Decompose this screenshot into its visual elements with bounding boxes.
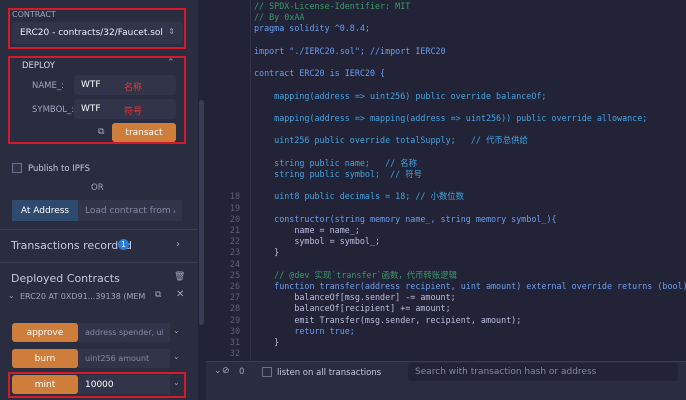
approve-input-placeholder: address spender, uint2 bbox=[85, 328, 163, 337]
trash-icon[interactable]: 🗑 bbox=[174, 272, 185, 282]
terminal-search-input[interactable]: Search with transaction hash or address bbox=[408, 363, 678, 381]
mint-input-value: 10000 bbox=[85, 379, 114, 390]
chevron-down-icon[interactable]: ⌄ bbox=[8, 291, 15, 300]
close-icon[interactable]: ✕ bbox=[176, 289, 184, 300]
symbol-annotation: 符号 bbox=[124, 107, 143, 117]
listen-label: listen on all transactions bbox=[277, 368, 382, 378]
chevron-down-icon[interactable]: ⌄ bbox=[173, 378, 180, 387]
clear-icon[interactable]: ⊘ bbox=[222, 366, 230, 376]
copy-icon[interactable]: ⧉ bbox=[98, 127, 104, 137]
transact-button[interactable]: transact bbox=[112, 123, 176, 142]
gutter-divider bbox=[250, 0, 251, 361]
chevron-up-icon[interactable]: ⌃ bbox=[167, 58, 175, 68]
burn-button[interactable]: burn bbox=[12, 349, 78, 368]
terminal-bar: ⌄ ⊘ 0 listen on all transactions Search … bbox=[206, 361, 686, 400]
panel-scrollbar[interactable] bbox=[199, 100, 204, 325]
chevron-updown-icon: ⇕ bbox=[168, 27, 175, 36]
code-line[interactable]: 32 bbox=[206, 345, 686, 361]
approve-button[interactable]: approve bbox=[12, 323, 78, 342]
deployed-contracts-title: Deployed Contracts bbox=[11, 272, 120, 285]
pending-count: 0 bbox=[239, 367, 245, 377]
mint-button[interactable]: mint bbox=[12, 375, 78, 394]
deploy-title: DEPLOY bbox=[22, 61, 55, 71]
contract-select[interactable]: ERC20 - contracts/32/Faucet.sol ⇕ bbox=[12, 22, 183, 44]
chevron-down-icon[interactable]: ⌄ bbox=[173, 326, 180, 335]
symbol-field-label: SYMBOL_: bbox=[32, 105, 75, 115]
load-address-input[interactable]: Load contract from Address bbox=[78, 200, 182, 221]
checkbox-icon[interactable] bbox=[262, 367, 272, 377]
chevron-right-icon[interactable]: › bbox=[176, 239, 180, 250]
at-address-button[interactable]: At Address bbox=[12, 200, 78, 221]
copy-icon[interactable]: ⧉ bbox=[155, 290, 161, 300]
divider bbox=[0, 262, 198, 263]
publish-ipfs-label: Publish to IPFS bbox=[28, 164, 91, 174]
deploy-run-panel: CONTRACT ERC20 - contracts/32/Faucet.sol… bbox=[0, 0, 198, 400]
chevron-down-icon[interactable]: ⌄ bbox=[173, 352, 180, 361]
name-field-label: NAME_: bbox=[32, 81, 64, 91]
double-chevron-icon[interactable]: ⌄ bbox=[214, 366, 222, 376]
terminal-search-placeholder: Search with transaction hash or address bbox=[415, 367, 597, 377]
approve-input[interactable]: address spender, uint2 bbox=[78, 323, 170, 342]
checkbox-icon[interactable] bbox=[12, 163, 22, 173]
load-address-placeholder: Load contract from Address bbox=[85, 205, 175, 216]
burn-input-placeholder: uint256 amount bbox=[85, 354, 150, 363]
code-editor[interactable]: // SPDX-License-Identifier: MIT// By 0xA… bbox=[206, 0, 686, 361]
mint-input[interactable]: 10000 bbox=[78, 375, 170, 394]
divider bbox=[0, 229, 198, 230]
deployed-instance-label[interactable]: ERC20 AT 0XD91...39138 (MEMOR bbox=[20, 292, 146, 301]
transactions-recorded-label[interactable]: Transactions recorded bbox=[11, 239, 132, 252]
name-input-value: WTF bbox=[81, 80, 101, 90]
burn-input[interactable]: uint256 amount bbox=[78, 349, 170, 368]
contract-select-value: ERC20 - contracts/32/Faucet.sol bbox=[20, 28, 163, 38]
transactions-count-badge: 1 bbox=[118, 239, 129, 250]
symbol-input-value: WTF bbox=[81, 104, 101, 114]
name-annotation: 名称 bbox=[124, 83, 143, 93]
or-label: OR bbox=[91, 183, 104, 193]
line-number: 32 bbox=[229, 348, 240, 359]
